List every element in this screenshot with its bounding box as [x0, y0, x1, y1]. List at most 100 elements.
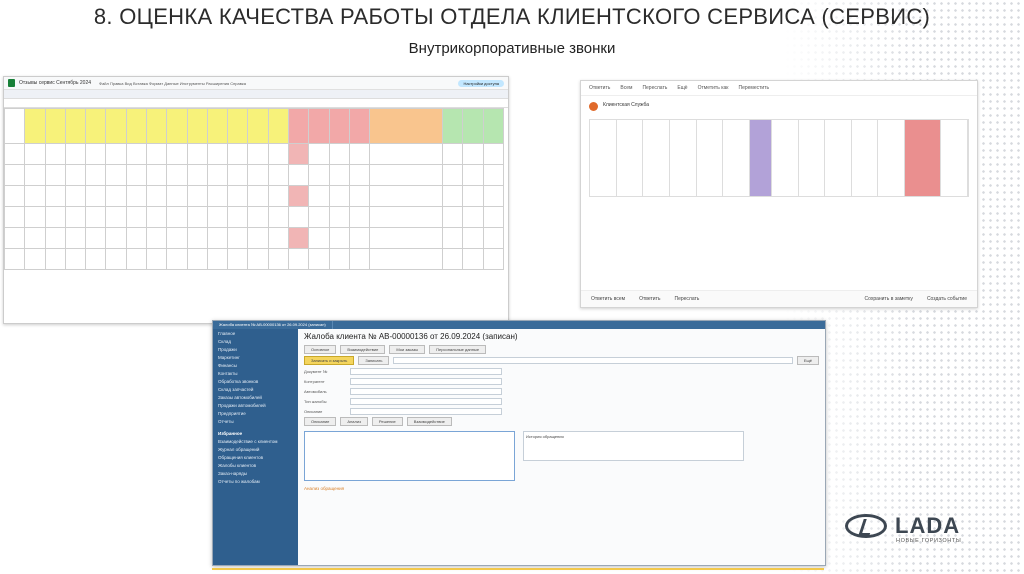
sheet-cell [125, 206, 147, 228]
sheet-header-cell [4, 108, 26, 144]
sheet-cell [105, 164, 127, 186]
crm-sidebar-fav-item: Обращения клиентов [218, 454, 263, 460]
sheet-cell [24, 143, 46, 165]
write-button: Записать [358, 356, 390, 365]
sheet-header-cell [267, 108, 289, 144]
sheet-cell [64, 185, 87, 207]
sheet-cell [308, 164, 330, 186]
sheet-cell [308, 206, 330, 228]
email-toolbar-item: Всем [620, 85, 633, 91]
sheet-cell [24, 206, 46, 228]
sheet-cell [227, 164, 249, 186]
crm-form-tabs: Основное Взаимодействие Мои заказы Персонал… [298, 344, 825, 355]
sheet-cell [369, 143, 444, 165]
email-footer-item: Сохранить в заметку [864, 296, 913, 302]
email-footer-item: Ответить [639, 296, 661, 302]
crm-sidebar-item: Контакты [218, 370, 238, 376]
email-footer-item: Переслать [674, 296, 700, 302]
sheet-cell [4, 206, 26, 228]
sheet-cell [462, 185, 484, 207]
sheet-cell [369, 206, 444, 228]
sheet-cell [227, 248, 249, 270]
sheet-cell [482, 185, 505, 207]
analysis-section-label: Анализ обращения [304, 486, 345, 491]
email-toolbar-item: Ещё [677, 85, 688, 91]
sheet-cell [4, 143, 26, 165]
sheet-cell [64, 227, 87, 249]
crm-sidebar-item: Обработка звонков [218, 378, 259, 384]
sheet-cell [145, 206, 168, 228]
sheet-cell [308, 248, 330, 270]
email-table [589, 119, 969, 197]
sheet-header-cell [287, 108, 310, 144]
sheet-header-cell [186, 108, 208, 144]
email-toolbar-item: Отметить как [697, 85, 729, 91]
sheet-cell [64, 164, 87, 186]
crm-sub-tabs: Описание Анализ Решение Взаимодействие [298, 416, 825, 427]
sheet-cell [206, 185, 229, 207]
sheet-cell [482, 143, 505, 165]
sheet-header-cell [145, 108, 168, 144]
crm-form-row: Тип жалобы [298, 396, 825, 406]
sheet-cell [442, 143, 464, 165]
crm-sidebar-fav-item: Жалобы клиентов [218, 462, 256, 468]
crm-form-label: Автомобиль [304, 388, 327, 394]
sheet-header-cell [247, 108, 269, 144]
crm-form-field [350, 407, 502, 415]
sheet-cell [462, 164, 484, 186]
formula-bar [4, 99, 508, 108]
sheet-cell [64, 143, 87, 165]
logo-word: LADA [895, 513, 961, 538]
crm-sidebar-item: Предприятие [218, 410, 246, 416]
sheet-cell [44, 143, 66, 165]
sheet-cell [227, 227, 249, 249]
crm-form-row: Автомобиль [298, 386, 825, 396]
crm-form-field [350, 387, 502, 395]
crm-document-title: Жалоба клиента № АВ-00000136 от 26.09.20… [304, 332, 518, 341]
crm-form-label: Описание [304, 408, 323, 414]
sheet-cell [24, 185, 46, 207]
save-close-button: Записать и закрыть [304, 356, 355, 365]
sheet-cell [4, 248, 26, 270]
sheet-cell [308, 227, 330, 249]
crm-sub-tab: Описание [304, 417, 337, 426]
slide-title: 8. ОЦЕНКА КАЧЕСТВА РАБОТЫ ОТДЕЛА КЛИЕНТС… [93, 4, 931, 29]
sheet-cell [186, 185, 208, 207]
sheet-cell [287, 248, 310, 270]
email-toolbar-item: Переслать [642, 85, 668, 91]
spreadsheet-screenshot: Отзывы сервис Сентябрь 2024 Файл Правка … [3, 76, 509, 324]
sheet-cell [85, 248, 107, 270]
spreadsheet-titlebar: Отзывы сервис Сентябрь 2024 Файл Правка … [4, 77, 508, 89]
sheet-header-cell [328, 108, 350, 144]
sheet-cell [206, 248, 229, 270]
sheet-cell [206, 227, 229, 249]
crm-sidebar-item: Отчеты [218, 418, 234, 424]
sheet-cell [482, 206, 505, 228]
email-toolbar-item: Переместить [738, 85, 770, 91]
sheet-cell [24, 164, 46, 186]
more-button: Ещё [796, 356, 819, 365]
command-spacer [393, 357, 793, 364]
sheet-cell [85, 227, 107, 249]
sheet-cell [166, 185, 188, 207]
spreadsheet-doc-title: Отзывы сервис Сентябрь 2024 [19, 80, 92, 86]
sheet-cell [328, 164, 350, 186]
complaint-text-box [304, 431, 515, 481]
sheet-header-cell [462, 108, 484, 144]
sheet-cell [166, 164, 188, 186]
sheet-cell [206, 164, 229, 186]
sheet-header-cell [166, 108, 188, 144]
sheet-cell [125, 164, 147, 186]
history-panel: История обращения [523, 431, 744, 461]
email-toolbar: Ответить Всем Переслать Ещё Отметить как Пере… [581, 81, 977, 96]
sheets-icon [8, 79, 15, 87]
crm-form: Документ № Контрагент Автомобиль Тип жалобы… [298, 366, 825, 416]
sheet-cell [369, 185, 444, 207]
sheet-cell [4, 185, 26, 207]
lada-logo: LADA НОВЫЕ ГОРИЗОНТЫ [843, 510, 1003, 550]
sheet-header-cell [24, 108, 46, 144]
sheet-cell [267, 206, 289, 228]
sheet-cell [125, 248, 147, 270]
sheet-cell [348, 143, 371, 165]
email-sender: Клиентская Служба [603, 102, 650, 108]
